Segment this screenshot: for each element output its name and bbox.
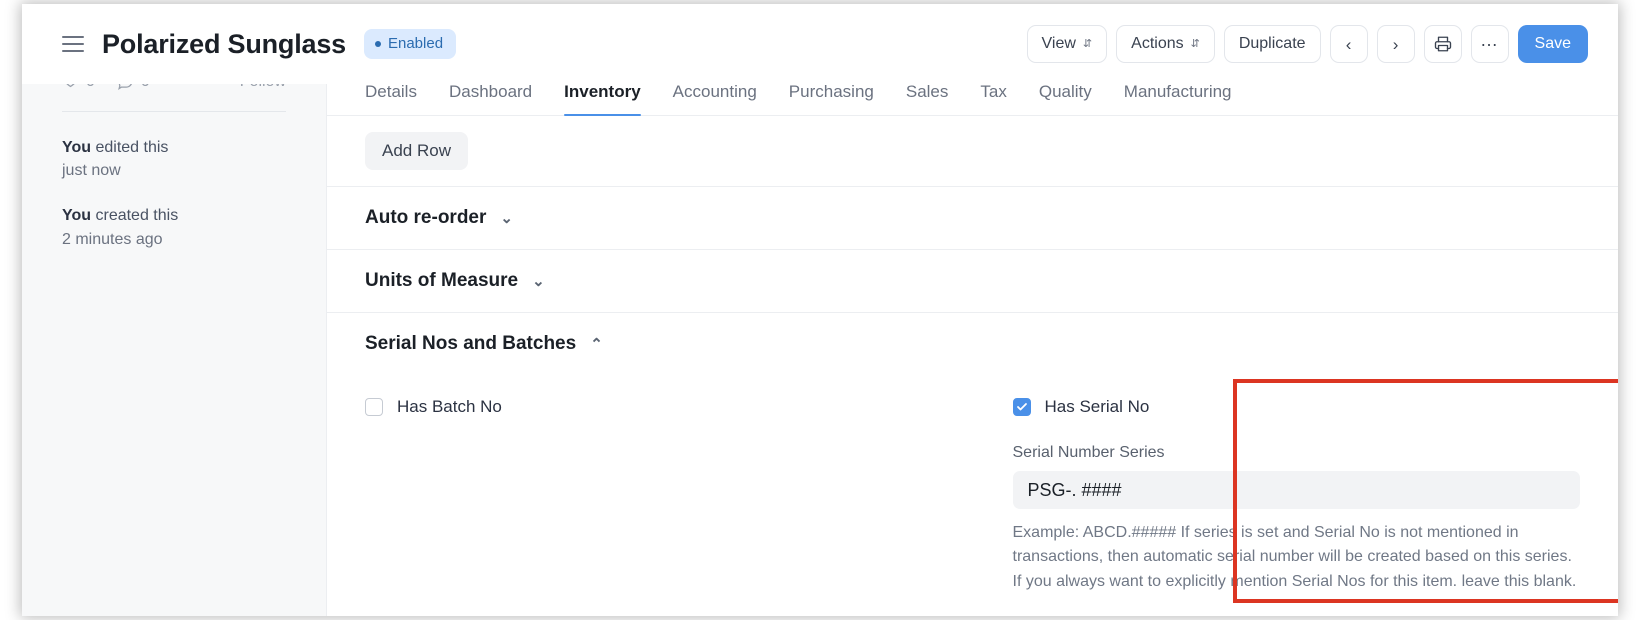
has-batch-no-row[interactable]: Has Batch No (365, 397, 973, 417)
chevron-up-icon: ⌃ (590, 337, 603, 352)
ellipsis-icon: … (1480, 31, 1499, 49)
has-serial-no-row[interactable]: Has Serial No (1013, 397, 1581, 417)
actions-button[interactable]: Actions ⇵ (1116, 25, 1215, 63)
duplicate-button[interactable]: Duplicate (1224, 25, 1321, 63)
chevron-down-icon: ⌄ (500, 211, 513, 226)
tab-manufacturing[interactable]: Manufacturing (1108, 82, 1248, 115)
activity-timestamp: just now (62, 159, 286, 182)
add-row-section: Add Row (327, 116, 1618, 187)
page-body: 0 0 Follow You edited this just now You (22, 68, 1618, 616)
duplicate-button-label: Duplicate (1239, 35, 1306, 53)
save-button[interactable]: Save (1518, 25, 1588, 63)
status-dot-icon (375, 41, 381, 47)
check-icon (1016, 401, 1028, 413)
tab-inventory[interactable]: Inventory (548, 82, 657, 115)
previous-record-button[interactable]: ‹ (1330, 25, 1368, 63)
activity-entry: You edited this just now (62, 136, 286, 182)
activity-actor: You (62, 139, 91, 156)
has-batch-no-checkbox[interactable] (365, 398, 383, 416)
actions-button-label: Actions (1131, 35, 1183, 53)
navbar-actions: View ⇵ Actions ⇵ Duplicate ‹ › (1027, 25, 1588, 63)
main-content: Details Dashboard Inventory Accounting P… (327, 68, 1618, 616)
batch-column: Has Batch No (365, 397, 973, 594)
has-serial-no-label: Has Serial No (1045, 397, 1150, 417)
view-button-label: View (1042, 35, 1076, 53)
serial-column: Has Serial No Serial Number Series Examp… (973, 397, 1581, 594)
serial-batches-body: Has Batch No Has Serial No Serial Number… (327, 375, 1618, 594)
next-record-button[interactable]: › (1377, 25, 1415, 63)
print-button[interactable] (1424, 25, 1462, 63)
add-row-button[interactable]: Add Row (365, 132, 468, 170)
page-title: Polarized Sunglass (102, 29, 346, 60)
serial-number-series-input[interactable] (1013, 471, 1581, 509)
activity-timestamp: 2 minutes ago (62, 228, 286, 251)
tab-sales[interactable]: Sales (890, 82, 965, 115)
sidebar-divider (62, 111, 286, 112)
chevron-left-icon: ‹ (1346, 36, 1352, 53)
section-title: Serial Nos and Batches (365, 333, 576, 355)
activity-entry: You created this 2 minutes ago (62, 204, 286, 250)
section-title: Auto re-order (365, 207, 486, 229)
activity-action: created this (95, 207, 178, 224)
status-badge-label: Enabled (388, 35, 443, 52)
tab-accounting[interactable]: Accounting (657, 82, 773, 115)
section-units-of-measure[interactable]: Units of Measure ⌄ (327, 250, 1618, 313)
has-batch-no-label: Has Batch No (397, 397, 502, 417)
chevron-down-icon: ⌄ (532, 274, 545, 289)
section-auto-re-order[interactable]: Auto re-order ⌄ (327, 187, 1618, 250)
tab-quality[interactable]: Quality (1023, 82, 1108, 115)
has-serial-no-checkbox[interactable] (1013, 398, 1031, 416)
chevron-updown-icon: ⇵ (1083, 39, 1092, 50)
activity-sidebar: 0 0 Follow You edited this just now You (22, 68, 327, 616)
tab-details[interactable]: Details (349, 82, 433, 115)
serial-number-series-help: Example: ABCD.##### If series is set and… (1013, 521, 1578, 594)
hamburger-icon[interactable] (62, 36, 84, 53)
activity-action: edited this (95, 139, 168, 156)
tab-dashboard[interactable]: Dashboard (433, 82, 548, 115)
activity-actor: You (62, 207, 91, 224)
navbar-left: Polarized Sunglass Enabled (62, 29, 456, 60)
status-badge[interactable]: Enabled (364, 29, 456, 59)
tab-tax[interactable]: Tax (964, 82, 1022, 115)
section-serial-nos-and-batches[interactable]: Serial Nos and Batches ⌃ (327, 313, 1618, 375)
view-button[interactable]: View ⇵ (1027, 25, 1108, 63)
section-title: Units of Measure (365, 270, 518, 292)
app-window: Polarized Sunglass Enabled View ⇵ Action… (22, 4, 1618, 616)
chevron-right-icon: › (1393, 36, 1399, 53)
more-options-button[interactable]: … (1471, 25, 1509, 63)
top-navbar: Polarized Sunglass Enabled View ⇵ Action… (22, 4, 1618, 84)
chevron-updown-icon: ⇵ (1191, 39, 1200, 50)
tab-purchasing[interactable]: Purchasing (773, 82, 890, 115)
serial-number-series-label: Serial Number Series (1013, 444, 1581, 462)
printer-icon (1434, 35, 1452, 53)
